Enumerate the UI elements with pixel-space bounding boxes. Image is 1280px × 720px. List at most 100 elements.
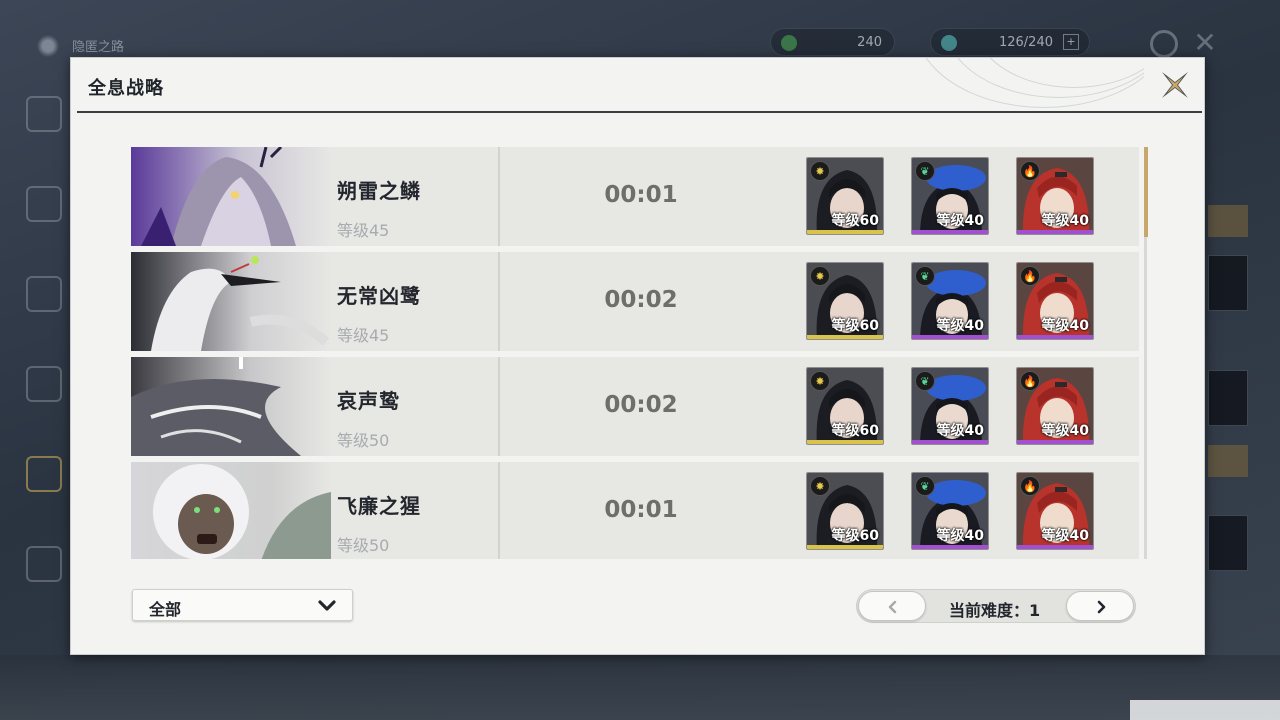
rarity-bar	[807, 230, 883, 234]
team-member-card[interactable]: ❦ 等级40	[911, 262, 989, 340]
background-bottom	[0, 655, 1280, 720]
team-member-card[interactable]: ✸ 等级60	[806, 367, 884, 445]
chevron-left-icon	[888, 600, 897, 614]
rarity-bar	[912, 545, 988, 549]
team-member-card[interactable]: 🔥 等级40	[1016, 262, 1094, 340]
side-menu-icon-1	[26, 96, 62, 132]
header-decoration	[884, 58, 1144, 110]
aero-element-icon: ❦	[915, 476, 935, 496]
fusion-element-icon: 🔥	[1020, 266, 1040, 286]
previous-difficulty-button[interactable]	[858, 591, 926, 621]
close-button[interactable]	[1158, 68, 1192, 102]
rarity-bar	[1017, 335, 1093, 339]
background-card	[1208, 370, 1248, 426]
aero-element-icon: ❦	[915, 161, 935, 181]
character-level: 等级60	[831, 423, 879, 439]
character-level: 等级40	[936, 213, 984, 229]
record-list[interactable]: 朔雷之鳞等级45 00:01 ✸ 等级60 ❦ 等级40 🔥 等级40 无常凶鹭 等级45 00:0…	[131, 147, 1139, 559]
background-card-accent	[1208, 205, 1248, 237]
boss-name: 无常凶鹭	[337, 284, 421, 308]
difficulty-label: 当前难度：	[949, 601, 1030, 620]
background-corner	[1130, 700, 1280, 720]
fusion-element-icon: 🔥	[1020, 371, 1040, 391]
resource-1-icon	[781, 35, 797, 51]
character-level: 等级40	[936, 528, 984, 544]
fusion-element-icon: 🔥	[1020, 476, 1040, 496]
spectro-element-icon: ✸	[810, 161, 830, 181]
boss-level: 等级45	[337, 221, 390, 240]
game-logo-icon	[34, 34, 62, 58]
team-member-card[interactable]: ❦ 等级40	[911, 367, 989, 445]
add-resource-icon: +	[1063, 34, 1079, 50]
clear-time: 00:01	[604, 182, 678, 208]
character-level: 等级60	[831, 213, 879, 229]
boss-portrait	[131, 147, 331, 246]
character-level: 等级40	[1041, 528, 1089, 544]
clear-time: 00:02	[604, 287, 678, 313]
boss-portrait	[131, 252, 331, 351]
character-level: 等级40	[1041, 318, 1089, 334]
background-card-accent	[1208, 445, 1248, 477]
spectro-element-icon: ✸	[810, 371, 830, 391]
next-difficulty-button[interactable]	[1066, 591, 1134, 621]
team-member-card[interactable]: 🔥 等级40	[1016, 157, 1094, 235]
spectro-element-icon: ✸	[810, 476, 830, 496]
team-member-card[interactable]: 🔥 等级40	[1016, 367, 1094, 445]
rarity-bar	[807, 335, 883, 339]
boss-level: 等级50	[337, 536, 390, 555]
background-screen-title: 隐匿之路	[72, 40, 125, 55]
rarity-bar	[912, 335, 988, 339]
rarity-bar	[1017, 545, 1093, 549]
clear-time: 00:01	[604, 497, 678, 523]
boss-name: 朔雷之鳞	[337, 179, 421, 203]
rarity-bar	[1017, 440, 1093, 444]
rarity-bar	[807, 440, 883, 444]
resource-2-icon	[941, 35, 957, 51]
side-menu-icon-4	[26, 366, 62, 402]
row-divider	[498, 462, 500, 559]
row-divider	[498, 252, 500, 351]
team-member-card[interactable]: ✸ 等级60	[806, 472, 884, 550]
row-divider	[498, 147, 500, 246]
boss-portrait	[131, 462, 331, 559]
resource-1-value: 240	[857, 34, 882, 50]
chevron-down-icon	[318, 600, 336, 611]
aero-element-icon: ❦	[915, 371, 935, 391]
scrollbar-thumb[interactable]	[1144, 147, 1148, 237]
filter-dropdown[interactable]: 全部	[132, 589, 353, 621]
team-member-card[interactable]: ✸ 等级60	[806, 262, 884, 340]
resource-pill-2: 126/240 +	[930, 28, 1090, 56]
background-card	[1208, 255, 1248, 311]
fusion-element-icon: 🔥	[1020, 161, 1040, 181]
holo-strategy-dialog: 全息战略 朔雷之鳞 等级45 00:01 ✸ 等级60 ❦ 等级40 🔥 等级40 无常凶鹭 等级4…	[70, 57, 1205, 655]
character-level: 等级60	[831, 528, 879, 544]
record-row[interactable]: 无常凶鹭 等级45 00:02 ✸ 等级60 ❦ 等级40 🔥 等级40	[131, 252, 1139, 351]
character-level: 等级60	[831, 318, 879, 334]
clear-time: 00:02	[604, 392, 678, 418]
team-member-card[interactable]: ❦ 等级40	[911, 157, 989, 235]
header-divider	[77, 111, 1202, 113]
difficulty-indicator: 当前难度：1	[949, 597, 1040, 621]
team-member-card[interactable]: 🔥 等级40	[1016, 472, 1094, 550]
character-level: 等级40	[1041, 213, 1089, 229]
record-row[interactable]: 哀声鸷 等级50 00:02 ✸ 等级60 ❦ 等级40 🔥 等级40	[131, 357, 1139, 456]
chevron-right-icon	[1097, 600, 1106, 614]
record-row[interactable]: 朔雷之鳞等级45 00:01 ✸ 等级60 ❦ 等级40 🔥 等级40	[131, 147, 1139, 246]
rarity-bar	[912, 440, 988, 444]
resource-pill-1: 240	[770, 28, 895, 56]
record-row[interactable]: 飞廉之猩 等级50 00:01 ✸ 等级60 ❦ 等级40 🔥 等级40	[131, 462, 1139, 559]
side-menu-icon-6	[26, 546, 62, 582]
character-level: 等级40	[1041, 423, 1089, 439]
character-level: 等级40	[936, 423, 984, 439]
rarity-bar	[1017, 230, 1093, 234]
difficulty-pager: 当前难度：1	[856, 589, 1136, 623]
team-member-card[interactable]: ❦ 等级40	[911, 472, 989, 550]
team-member-card[interactable]: ✸ 等级60	[806, 157, 884, 235]
dialog-title: 全息战略	[88, 78, 164, 99]
difficulty-value: 1	[1029, 601, 1041, 620]
rarity-bar	[912, 230, 988, 234]
rarity-bar	[807, 545, 883, 549]
background-hud: 隐匿之路 240 126/240 + ✕	[0, 0, 1280, 60]
resource-2-value: 126/240	[998, 34, 1053, 50]
boss-name: 哀声鸷	[337, 389, 400, 413]
